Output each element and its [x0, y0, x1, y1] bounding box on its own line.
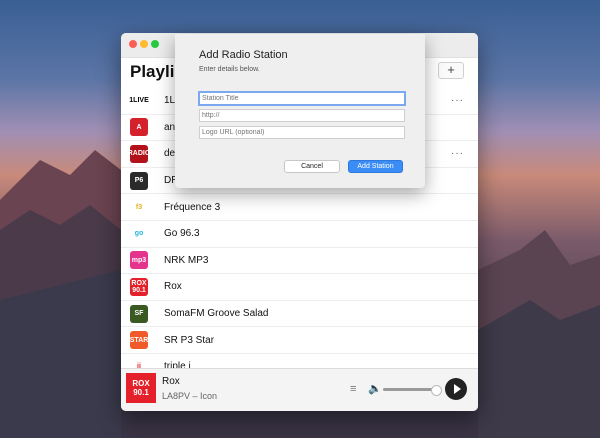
station-name: Rox — [164, 281, 182, 293]
volume-slider-knob[interactable] — [431, 385, 442, 396]
volume-icon: 🔈 — [368, 383, 382, 395]
station-logo-icon: ROX 90.1 — [130, 277, 148, 296]
station-logo-icon: STAR — [130, 331, 148, 350]
add-station-dialog: Add Radio Station Enter details below. C… — [175, 34, 425, 188]
cancel-button[interactable]: Cancel — [284, 160, 340, 173]
dialog-title: Add Radio Station — [199, 49, 288, 61]
station-url-input[interactable] — [199, 109, 405, 122]
volume-slider[interactable] — [383, 385, 442, 396]
station-name: SR P3 Star — [164, 334, 215, 346]
menu-icon[interactable]: ≡ — [350, 383, 356, 395]
more-options-icon[interactable]: ··· — [451, 95, 464, 106]
station-logo-icon: RADIO — [128, 144, 150, 163]
add-station-confirm-button[interactable]: Add Station — [348, 160, 403, 173]
player-bar: ROX 90.1 Rox LA8PV – Icon ≡ 🔈 — [121, 368, 478, 411]
zoom-window-button[interactable] — [151, 40, 159, 48]
station-logo-icon: SF — [130, 304, 148, 323]
station-row[interactable]: f3 Fréquence 3 — [121, 194, 478, 221]
station-row[interactable]: ROX 90.1 Rox — [121, 274, 478, 301]
station-name: Fréquence 3 — [164, 201, 221, 213]
now-playing-title: Rox — [162, 376, 180, 387]
station-row[interactable]: mp3 NRK MP3 — [121, 248, 478, 275]
station-title-input[interactable] — [198, 91, 406, 106]
station-logo-icon: 1LIVE — [129, 91, 149, 110]
station-row[interactable]: go Go 96.3 — [121, 221, 478, 248]
now-playing-artwork: ROX 90.1 — [126, 373, 156, 403]
station-logo-icon: f3 — [130, 198, 148, 217]
station-name: NRK MP3 — [164, 254, 209, 266]
station-name: SomaFM Groove Salad — [164, 308, 269, 320]
station-logo-icon: A — [130, 118, 148, 137]
logo-url-input[interactable] — [199, 126, 405, 139]
now-playing-subtitle: LA8PV – Icon — [162, 391, 218, 401]
station-row[interactable]: STAR SR P3 Star — [121, 327, 478, 354]
dialog-hint: Enter details below. — [199, 66, 260, 73]
station-logo-icon: mp3 — [130, 251, 148, 270]
station-logo-icon: P6 — [130, 171, 148, 190]
station-name: Go 96.3 — [164, 228, 200, 240]
minimize-window-button[interactable] — [140, 40, 148, 48]
add-station-button[interactable]: + — [438, 62, 464, 79]
more-options-icon[interactable]: ··· — [451, 148, 464, 159]
close-window-button[interactable] — [129, 40, 137, 48]
station-logo-icon: go — [130, 224, 148, 243]
station-row[interactable]: SF SomaFM Groove Salad — [121, 301, 478, 328]
play-button[interactable] — [445, 378, 467, 400]
